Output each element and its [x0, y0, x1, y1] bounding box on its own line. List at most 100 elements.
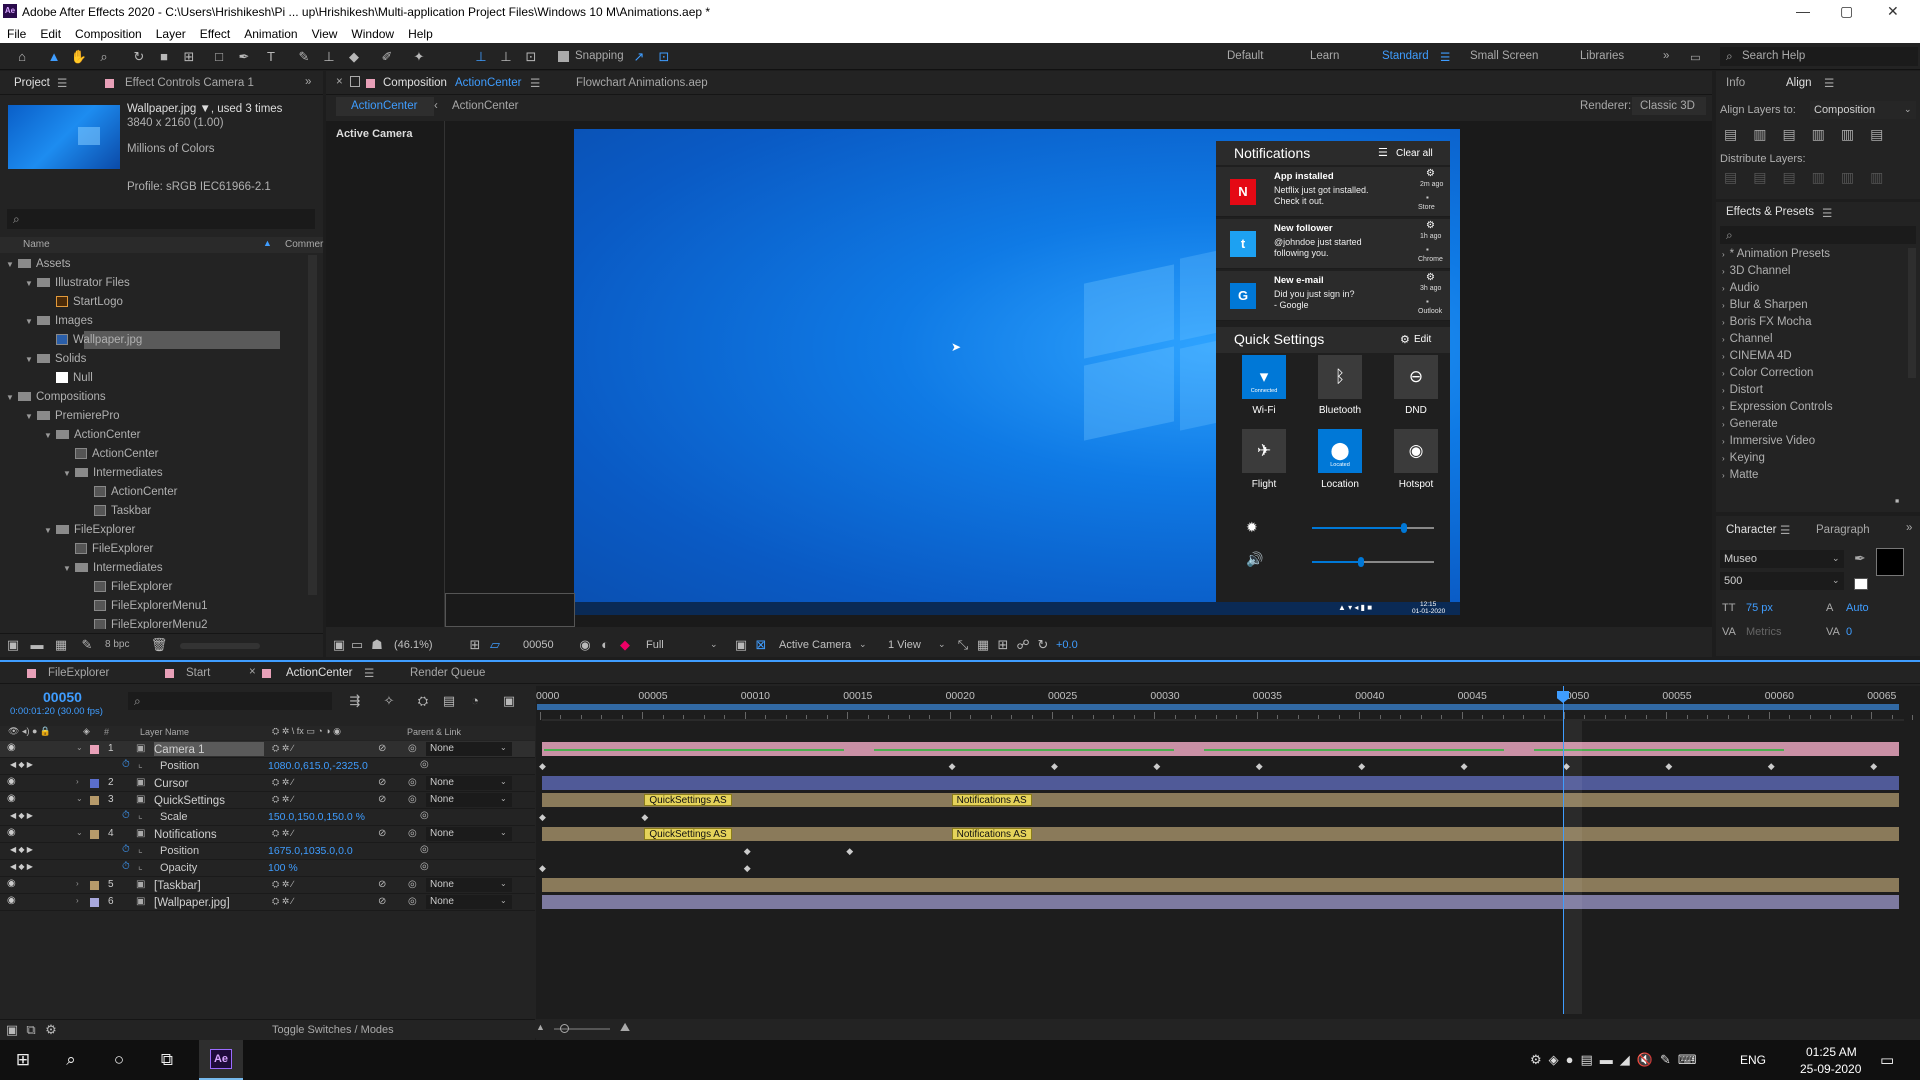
pickwhip-icon[interactable]: ◎ — [408, 743, 417, 754]
tab-actioncenter[interactable]: ActionCenter — [286, 667, 352, 679]
project-item[interactable]: ▼ Intermediates — [0, 464, 280, 482]
bit-depth-button[interactable]: 8 bpc — [105, 639, 129, 650]
zoom-dropdown[interactable]: (46.1%) — [394, 636, 456, 654]
parent-dropdown[interactable]: None ⌄ — [426, 793, 512, 807]
layer-duration-bar[interactable] — [542, 895, 1899, 909]
eye-icon[interactable]: ◉ — [7, 827, 16, 838]
tab-effect-controls[interactable]: Effect Controls Camera 1 — [125, 77, 254, 89]
3d-layer-icon[interactable]: ⊘ — [378, 777, 386, 788]
chevron-down-icon[interactable]: ▼ — [6, 260, 18, 269]
new-composition-icon[interactable]: ▦ — [52, 636, 70, 653]
quick-setting-tile-bluetooth[interactable]: ᛒ Bluetooth — [1310, 355, 1370, 421]
effect-category[interactable]: › * Animation Presets — [1722, 248, 1830, 260]
mask-icon[interactable]: ▱ — [486, 636, 504, 653]
fill-color-swatch[interactable] — [1876, 548, 1904, 576]
property-row[interactable]: ◀ ◆ ▶ ⏱ ⌞ Position 1080.0,615.0,-2325.0 ◎ — [0, 758, 535, 775]
leading-value[interactable]: Auto — [1846, 602, 1869, 614]
layer-duration-bar[interactable] — [542, 776, 1899, 790]
new-preset-icon[interactable]: ▪ — [1888, 492, 1906, 509]
keyframe-nav-icon[interactable]: ◀ ◆ ▶ — [10, 862, 33, 871]
project-item[interactable]: ▼ Solids — [0, 350, 280, 368]
distribute-buttons[interactable]: ▤▤▤▥▥▥ — [1724, 169, 1899, 186]
eyedropper-icon[interactable]: ✒ — [1854, 550, 1866, 567]
edit-button[interactable]: Edit — [1414, 334, 1431, 345]
brightness-thumb[interactable] — [1400, 523, 1407, 533]
menu-effect[interactable]: Effect — [193, 26, 237, 41]
windows-start-icon[interactable]: ⊞ — [12, 1050, 34, 1070]
keyframe[interactable]: ◆ — [1870, 761, 1877, 772]
font-family-dropdown[interactable]: Museo ⌄ — [1720, 550, 1844, 568]
graph-editor-icon[interactable]: ▣ — [500, 692, 518, 709]
exposure-value[interactable]: +0.0 — [1056, 639, 1078, 651]
project-item[interactable]: Null — [0, 369, 280, 387]
pickwhip-icon[interactable]: ◎ — [408, 828, 417, 839]
time-graph[interactable]: 0000 00005 00010 00015 00020 00025 00030 00035 0… — [536, 686, 1920, 1040]
camera-tool-icon[interactable]: ■ — [155, 48, 173, 65]
zoom-out-icon[interactable]: ▲ — [536, 1022, 545, 1032]
keyframe[interactable]: ◆ — [846, 846, 853, 857]
project-item[interactable]: FileExplorer — [0, 578, 280, 596]
layer-duration-bar[interactable] — [542, 793, 1899, 807]
grid-icon[interactable]: ⊞ — [466, 636, 484, 653]
type-tool-icon[interactable]: T — [262, 48, 280, 65]
effect-category[interactable]: › Boris FX Mocha — [1722, 316, 1811, 328]
time-ruler[interactable]: 0000 00005 00010 00015 00020 00025 00030 00035 0… — [536, 686, 1920, 720]
pickwhip-icon[interactable]: ◎ — [408, 794, 417, 805]
keyframe[interactable]: ◆ — [539, 863, 546, 874]
pickwhip-icon[interactable]: ◎ — [408, 879, 417, 890]
layer-row[interactable]: ◉ ⌄ 4 ▣ Notifications ⛭ ✲ ∕ ⊘ ◎ None ⌄ — [0, 826, 535, 843]
menu-help[interactable]: Help — [401, 26, 440, 41]
keyframe[interactable]: ◆ — [1665, 761, 1672, 772]
align-target-dropdown[interactable]: Composition ⌄ — [1810, 101, 1916, 119]
pen-tool-icon[interactable]: ✒ — [235, 48, 253, 65]
character-menu-icon[interactable]: ☰ — [1780, 523, 1790, 537]
chevron-down-icon[interactable]: ▼ — [44, 526, 56, 535]
menu-layer[interactable]: Layer — [149, 26, 193, 41]
tab-composition-name[interactable]: ActionCenter — [455, 77, 521, 89]
eye-icon[interactable]: ◉ — [7, 776, 16, 787]
graph-icon[interactable]: ⌞ — [138, 861, 143, 872]
keyframe-nav-icon[interactable]: ◀ ◆ ▶ — [10, 760, 33, 769]
current-time[interactable]: 00050 — [523, 639, 554, 651]
keyframe-nav-icon[interactable]: ◀ ◆ ▶ — [10, 811, 33, 820]
project-item[interactable]: ▼ ActionCenter — [0, 426, 280, 444]
menu-window[interactable]: Window — [344, 26, 401, 41]
project-search-input[interactable]: ⌕ — [7, 209, 315, 229]
tab-render-queue[interactable]: Render Queue — [410, 667, 485, 679]
zoom-in-icon[interactable]: ⛰ — [620, 1020, 630, 1035]
shy-layers-icon[interactable]: ⛭ — [414, 692, 432, 709]
property-row[interactable]: ◀ ◆ ▶ ⏱ ⌞ Opacity 100 % ◎ — [0, 860, 535, 877]
snap-icon[interactable]: ↗ — [630, 48, 648, 65]
panel-expand-icon[interactable]: » — [305, 76, 311, 88]
chevron-right-icon[interactable]: › — [76, 879, 79, 888]
project-item[interactable]: Wallpaper.jpg — [56, 331, 280, 349]
minimize-button[interactable]: — — [1796, 3, 1810, 19]
layer-color-label[interactable] — [90, 898, 99, 907]
world-axis-icon[interactable]: ⊥ — [497, 48, 515, 65]
workspace-default[interactable]: Default — [1227, 50, 1263, 62]
stopwatch-icon[interactable]: ⏱ — [122, 844, 130, 855]
project-item[interactable]: ▼ FileExplorer — [0, 521, 280, 539]
chevron-right-icon[interactable]: ⌄ — [76, 828, 83, 837]
parent-dropdown[interactable]: None ⌄ — [426, 827, 512, 841]
effect-category[interactable]: › Audio — [1722, 282, 1759, 294]
chevron-down-icon[interactable]: ▼ — [63, 564, 75, 573]
effect-category[interactable]: › Color Correction — [1722, 367, 1813, 379]
close-tab-icon[interactable]: × — [249, 666, 256, 678]
effects-menu-icon[interactable]: ☰ — [1822, 206, 1832, 220]
workspace-menu-icon[interactable]: ☰ — [1440, 50, 1450, 64]
thumbnail-size-slider[interactable] — [180, 643, 260, 649]
keyframe[interactable]: ◆ — [1461, 761, 1468, 772]
tab-character[interactable]: Character — [1726, 524, 1777, 536]
effect-category[interactable]: › Expression Controls — [1722, 401, 1833, 413]
views-dropdown[interactable]: 1 View ⌄ — [888, 636, 948, 654]
pickwhip-icon[interactable]: ◎ — [420, 861, 429, 872]
fast-preview-icon[interactable]: ⤡ — [954, 636, 972, 653]
chevron-down-icon[interactable]: ▼ — [25, 355, 37, 364]
composition-marker[interactable]: QuickSettings AS — [644, 794, 732, 806]
frame-blending-icon[interactable]: ▤ — [440, 692, 458, 709]
effect-category[interactable]: › CINEMA 4D — [1722, 350, 1792, 362]
project-item[interactable]: FileExplorerMenu1 — [0, 597, 280, 615]
property-row[interactable]: ◀ ◆ ▶ ⏱ ⌞ Position 1675.0,1035.0,0.0 ◎ — [0, 843, 535, 860]
timeline-icon[interactable]: ▦ — [974, 636, 992, 653]
